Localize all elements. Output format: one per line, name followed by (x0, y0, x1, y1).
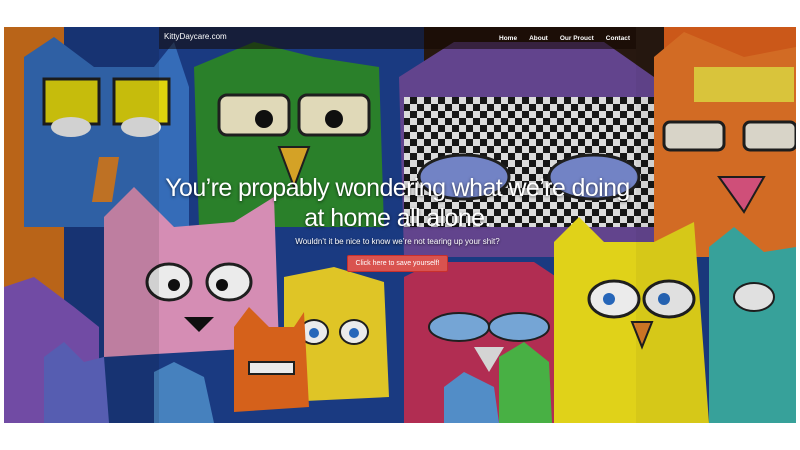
navbar: KittyDaycare.com Home About Our Prouct C… (159, 27, 636, 49)
nav-about[interactable]: About (523, 35, 554, 42)
left-shade (4, 27, 159, 423)
hero-headline: You’re propably wondering what we’re doi… (165, 174, 630, 232)
right-shade (636, 27, 796, 423)
nav-our-product[interactable]: Our Prouct (554, 35, 600, 42)
hero-subheading: Wouldn’t it be nice to know we’re not te… (295, 237, 500, 246)
hero-content: You’re propably wondering what we’re doi… (159, 173, 636, 272)
brand-link[interactable]: KittyDaycare.com (164, 32, 227, 41)
hero-section: KittyDaycare.com Home About Our Prouct C… (4, 27, 796, 423)
nav-contact[interactable]: Contact (600, 35, 636, 42)
nav-links: Home About Our Prouct Contact (493, 27, 636, 49)
cta-button[interactable]: Click here to save yourself! (347, 255, 448, 272)
nav-home[interactable]: Home (493, 35, 523, 42)
